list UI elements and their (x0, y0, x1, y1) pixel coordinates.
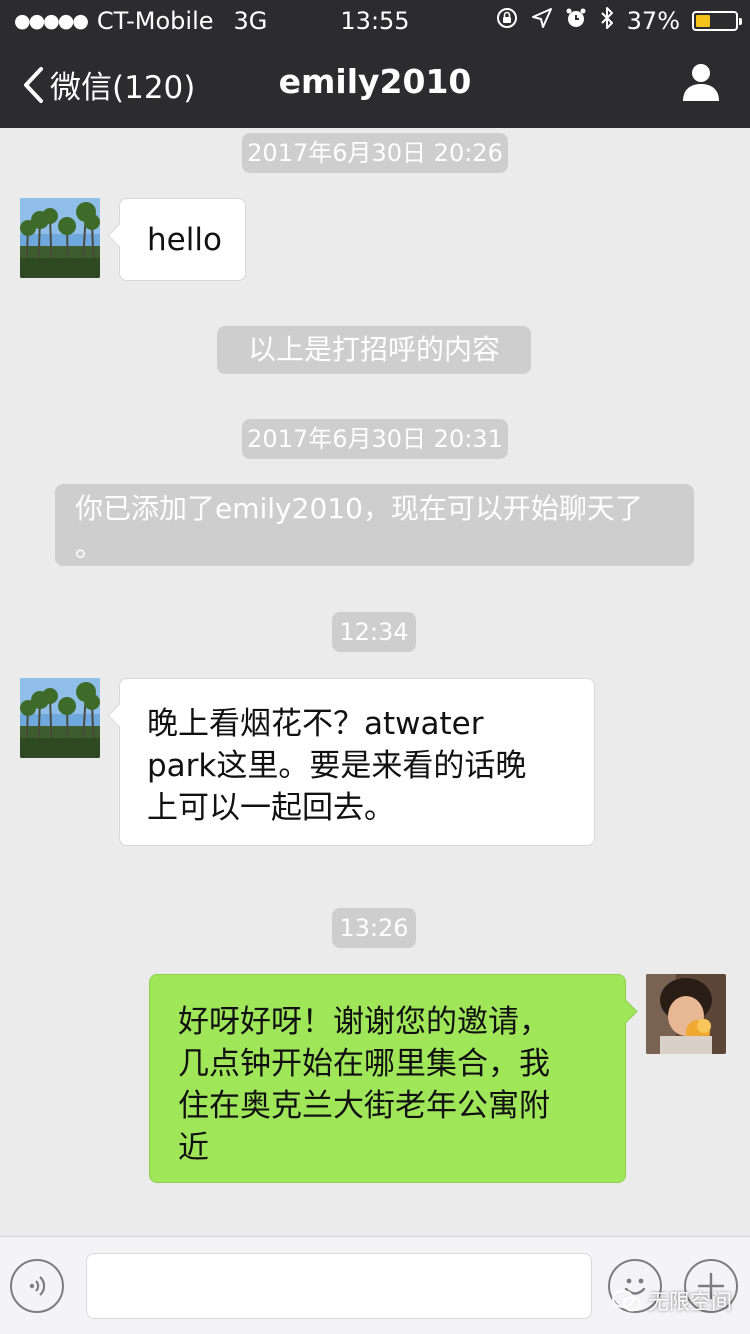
bubble-tail (107, 223, 132, 248)
message-text-line: 住在奥克兰大街老年公寓附 (178, 1088, 550, 1124)
bubble-tail (613, 999, 638, 1024)
message-text-line: 晚上看烟花不？atwater (147, 706, 484, 742)
message-bubble[interactable]: 晚上看烟花不？atwater park这里。要是来看的话晚 上可以一起回去。 (107, 678, 595, 846)
bluetooth-icon (599, 6, 615, 36)
orientation-lock-icon (495, 6, 519, 36)
wechat-logo-icon (612, 1290, 641, 1312)
navigation-bar: 微信(120) emily2010 (0, 40, 750, 128)
system-notice-line: 。 (75, 530, 104, 563)
timestamp: 12:34 (332, 612, 416, 652)
location-icon (531, 7, 553, 35)
timestamp: 13:26 (332, 908, 416, 948)
contact-profile-button[interactable] (682, 62, 720, 106)
watermark: 无限空间 (612, 1286, 732, 1316)
message-input[interactable] (86, 1253, 592, 1319)
avatar[interactable] (20, 198, 100, 278)
message-bubble-sent[interactable]: 好呀好呀！谢谢您的邀请， 几点钟开始在哪里集合，我 住在奥克兰大街老年公寓附 近 (149, 974, 638, 1183)
chat-title: emily2010 (278, 62, 472, 101)
avatar[interactable] (20, 678, 100, 758)
timestamp: 2017年6月30日 20:31 (242, 419, 508, 459)
message-text-line: 几点钟开始在哪里集合，我 (178, 1046, 550, 1082)
battery-icon (692, 11, 742, 31)
person-icon (683, 64, 719, 101)
status-bar: ●●●●● CT-Mobile 3G 13:55 37% (0, 0, 750, 40)
system-notice: 你已添加了emily2010，现在可以开始聊天了 。 (55, 484, 694, 566)
watermark-text: 无限空间 (648, 1290, 732, 1314)
message-text-line: 好呀好呀！谢谢您的邀请， (178, 1004, 550, 1040)
system-notice-line: 你已添加了emily2010，现在可以开始聊天了 (75, 492, 643, 525)
input-bar (0, 1236, 750, 1334)
message-text: hello (147, 222, 222, 258)
battery-percent: 37% (626, 7, 680, 35)
message-text-line: park这里。要是来看的话晚 (147, 748, 527, 784)
bubble-tail (107, 703, 132, 728)
message-text-line: 上可以一起回去。 (147, 790, 395, 826)
voice-icon (29, 1276, 46, 1296)
timestamp: 2017年6月30日 20:26 (242, 133, 508, 173)
message-bubble[interactable]: hello (107, 198, 246, 281)
alarm-icon (565, 7, 587, 35)
own-avatar[interactable] (646, 974, 726, 1054)
message-text-line: 近 (178, 1130, 209, 1166)
system-notice: 以上是打招呼的内容 (217, 326, 531, 374)
voice-button[interactable] (10, 1259, 64, 1313)
